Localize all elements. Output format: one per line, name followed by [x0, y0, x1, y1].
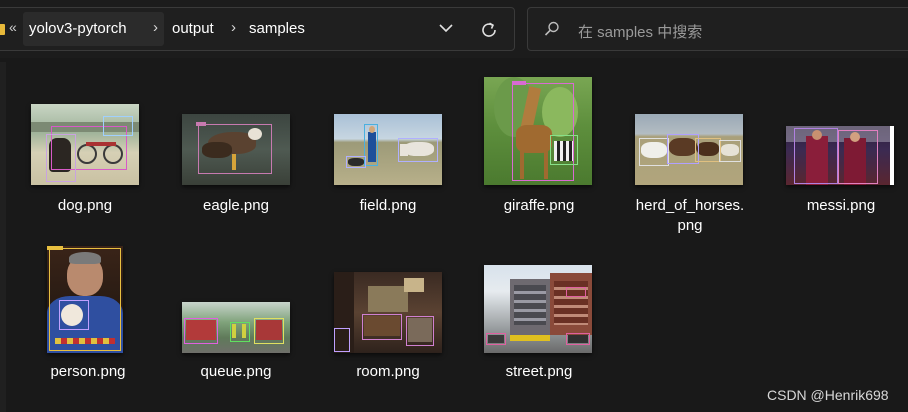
breadcrumb-separator-icon[interactable]: › [231, 19, 236, 36]
file-item-room[interactable]: room.png [318, 230, 458, 390]
file-item-street[interactable]: street.png [469, 230, 609, 390]
file-item-giraffe[interactable]: giraffe.png [469, 62, 609, 222]
file-item-queue[interactable]: queue.png [166, 230, 306, 390]
chevron-down-icon[interactable] [437, 19, 455, 37]
thumbnail [47, 246, 123, 353]
breadcrumb-yolov3-pytorch[interactable]: yolov3-pytorch [29, 20, 127, 37]
thumbnail [334, 114, 442, 185]
watermark: CSDN @Henrik698 [767, 387, 889, 403]
address-bar[interactable]: « yolov3-pytorch › output › samples [0, 7, 515, 51]
refresh-icon[interactable] [478, 19, 500, 41]
thumbnail [334, 272, 442, 353]
thumbnail [182, 302, 290, 353]
breadcrumb-samples[interactable]: samples [249, 20, 305, 37]
file-name: room.png [356, 363, 420, 380]
search-box[interactable]: 在 samples 中搜索 [527, 7, 908, 51]
file-item-messi[interactable]: messi.png [771, 62, 908, 222]
file-name: queue.png [200, 363, 272, 380]
folder-icon [0, 24, 5, 35]
file-name: messi.png [806, 197, 876, 214]
thumbnail [484, 265, 592, 353]
thumbnail [31, 104, 139, 185]
breadcrumb-output[interactable]: output [172, 20, 214, 37]
title-bar: « yolov3-pytorch › output › samples 在 sa… [0, 0, 908, 58]
file-name: dog.png [57, 197, 113, 214]
file-item-field[interactable]: field.png [318, 62, 458, 222]
file-item-eagle[interactable]: eagle.png [166, 62, 306, 222]
breadcrumb-separator-icon[interactable]: › [153, 19, 158, 36]
file-name: eagle.png [203, 197, 269, 214]
file-name: field.png [359, 197, 417, 214]
file-item-dog[interactable]: dog.png [15, 62, 155, 222]
file-name-line1: herd_of_horses. [635, 197, 745, 214]
thumbnail [786, 126, 894, 185]
file-item-person[interactable]: person.png [18, 230, 158, 390]
navigation-pane-edge [0, 62, 6, 412]
thumbnail [182, 114, 290, 185]
search-icon [544, 21, 559, 36]
file-item-herd-of-horses[interactable]: herd_of_horses. png [620, 62, 760, 242]
file-name: person.png [50, 363, 126, 380]
file-name: street.png [505, 363, 573, 380]
file-name: giraffe.png [503, 197, 575, 214]
search-placeholder: 在 samples 中搜索 [578, 24, 703, 41]
thumbnail [484, 77, 592, 185]
file-name-line2: png [677, 217, 703, 234]
thumbnail [635, 114, 743, 185]
breadcrumb-overflow[interactable]: « [9, 19, 17, 35]
